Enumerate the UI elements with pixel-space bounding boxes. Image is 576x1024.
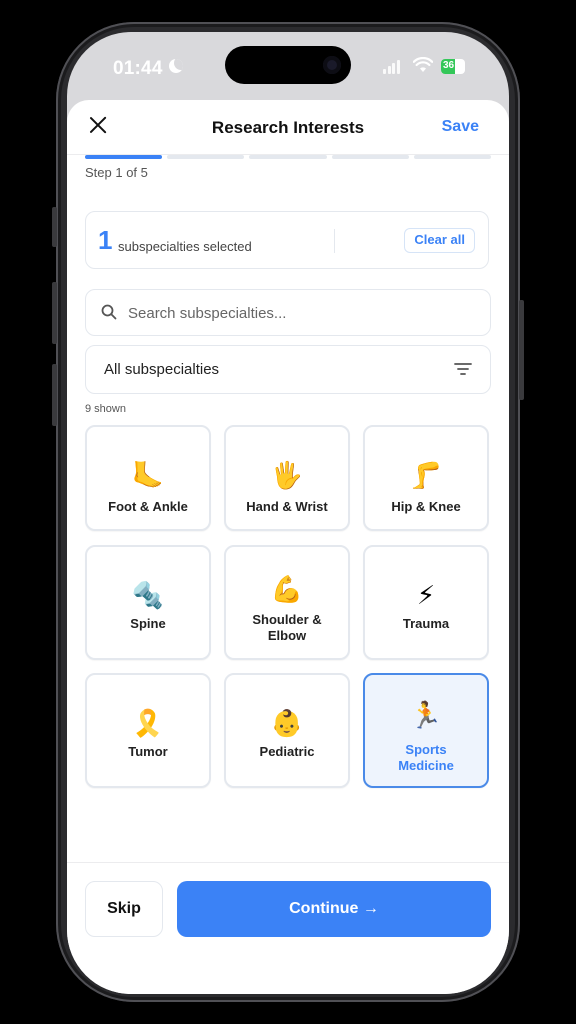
power-button [519, 300, 524, 400]
save-button[interactable]: Save [442, 118, 479, 136]
lightning-icon: ⚡ [416, 580, 436, 610]
selected-count: 1 [98, 225, 113, 255]
ribbon-icon: 🎗️ [131, 708, 165, 738]
subspecialty-tile-tumor[interactable]: 🎗️ Tumor [85, 673, 211, 788]
subspecialty-label: Spine [130, 616, 166, 631]
hand-icon: 🖐️ [270, 460, 304, 490]
status-bar: 01:44 36 [67, 32, 509, 102]
subspecialty-label: Tumor [128, 744, 168, 759]
summary-divider [334, 229, 335, 253]
baby-icon: 👶 [270, 708, 304, 738]
flexed-biceps-icon: 💪 [270, 574, 304, 604]
dynamic-island [225, 46, 351, 84]
subspecialty-tile-hip-knee[interactable]: 🦵 Hip & Knee [363, 425, 489, 531]
subspecialty-tile-spine[interactable]: 🔩 Spine [85, 545, 211, 660]
results-count: 9 shown [85, 403, 126, 415]
filter-selected-value: All subspecialties [104, 361, 220, 378]
leg-icon: 🦵 [409, 460, 443, 490]
subspecialty-grid: 🦶 Foot & Ankle 🖐️ Hand & Wrist 🦵 Hip & K… [85, 425, 491, 789]
signal-icon [383, 60, 401, 79]
subspecialty-label: Pediatric [259, 744, 315, 759]
status-time: 01:44 [113, 58, 163, 79]
subspecialty-tile-hand-wrist[interactable]: 🖐️ Hand & Wrist [224, 425, 350, 531]
subspecialty-tile-sports-medicine[interactable]: 🏃 Sports Medicine [363, 673, 489, 788]
filter-icon [454, 363, 472, 375]
search-box [85, 289, 491, 336]
camera-icon [323, 56, 341, 74]
subspecialty-label: Foot & Ankle [108, 499, 188, 514]
clear-all-button[interactable]: Clear all [404, 228, 475, 253]
subspecialty-label: Hand & Wrist [246, 499, 328, 514]
volume-down-button [52, 364, 57, 426]
subspecialty-filter-dropdown[interactable]: All subspecialties [85, 345, 491, 394]
header: Research Interests Save [67, 100, 509, 154]
subspecialty-tile-trauma[interactable]: ⚡ Trauma [363, 545, 489, 660]
subspecialty-label: Sports Medicine [398, 742, 454, 773]
selection-summary: 1 subspecialties selected Clear all [85, 211, 489, 269]
battery-level: 36 [443, 60, 455, 71]
progress-segment [413, 155, 492, 159]
continue-button[interactable]: Continue → [177, 881, 491, 937]
selected-text: subspecialties selected [118, 239, 252, 254]
nut-and-bolt-icon: 🔩 [131, 580, 165, 610]
foot-icon: 🦶 [131, 460, 165, 490]
action-button [52, 207, 57, 247]
subspecialty-label: Trauma [402, 616, 450, 631]
footer-divider [67, 862, 509, 863]
step-progress [85, 155, 492, 159]
research-interests-sheet: Research Interests Save Step 1 of 5 1 su… [67, 100, 509, 994]
moon-icon [169, 59, 183, 73]
skip-button[interactable]: Skip [85, 881, 163, 937]
progress-segment [85, 155, 163, 159]
runner-icon: 🏃 [409, 700, 443, 730]
step-indicator: Step 1 of 5 [85, 165, 148, 180]
subspecialty-label: Hip & Knee [391, 499, 461, 514]
subspecialty-tile-shoulder-elbow[interactable]: 💪 Shoulder & Elbow [224, 545, 350, 660]
progress-segment [331, 155, 409, 159]
battery-icon: 36 [441, 59, 465, 74]
wifi-icon [413, 57, 433, 72]
progress-segment [249, 155, 327, 159]
subspecialty-tile-pediatric[interactable]: 👶 Pediatric [224, 673, 350, 788]
screen: 01:44 36 Research Interests Save Step 1 … [67, 32, 509, 994]
volume-up-button [52, 282, 57, 344]
search-input[interactable] [126, 290, 480, 336]
subspecialty-tile-foot-ankle[interactable]: 🦶 Foot & Ankle [85, 425, 211, 531]
search-icon [101, 304, 117, 320]
progress-segment [167, 155, 245, 159]
subspecialty-label: Shoulder & Elbow [252, 612, 322, 643]
